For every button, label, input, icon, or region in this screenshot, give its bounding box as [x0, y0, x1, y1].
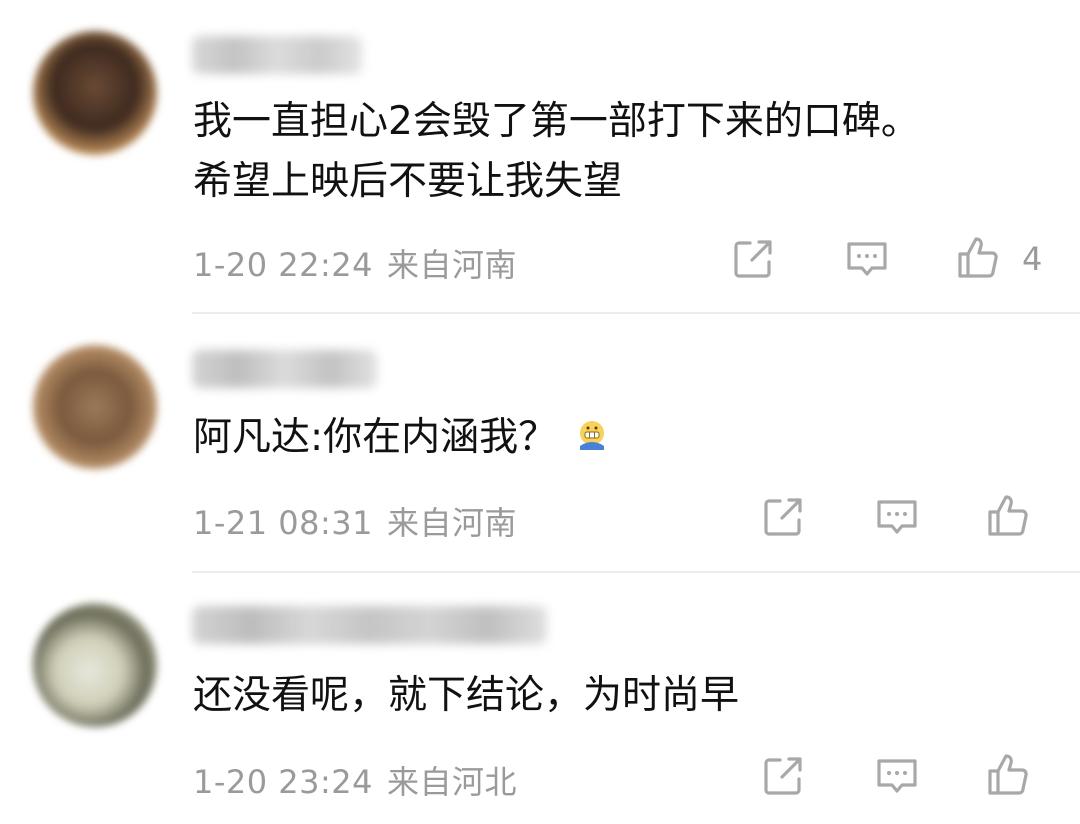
username[interactable]: [192, 36, 362, 74]
comment-meta: 1-21 08:31 来自河南: [193, 498, 517, 544]
share-icon[interactable]: [760, 753, 806, 799]
comment-text-line: 还没看呢，就下结论，为时尚早: [193, 673, 740, 718]
comment-text-line: 阿凡达:你在内涵我？: [193, 415, 558, 460]
reply-icon[interactable]: [874, 753, 920, 799]
comment-text-line: 我一直担心2会毁了第一部打下来的口碑。: [193, 99, 920, 144]
comment-text: 阿凡达:你在内涵我？: [193, 408, 609, 468]
reply-icon[interactable]: [844, 236, 890, 282]
share-icon[interactable]: [760, 494, 806, 540]
comment-meta: 1-20 22:24 来自河南: [193, 240, 517, 286]
like-count: 4: [1022, 240, 1043, 278]
comment-location: 来自河北: [387, 763, 518, 801]
reply-icon[interactable]: [874, 494, 920, 540]
username[interactable]: [192, 350, 377, 388]
like-icon[interactable]: [986, 751, 1032, 797]
share-icon[interactable]: [730, 236, 776, 282]
like-icon[interactable]: [956, 234, 1002, 280]
avatar[interactable]: [33, 31, 157, 155]
grimacing-face-emoji: [575, 410, 609, 450]
divider: [192, 312, 1080, 314]
comment-location: 来自河南: [387, 246, 518, 284]
comment-date: 1-20 23:24: [193, 763, 374, 801]
username[interactable]: [192, 606, 547, 644]
comment-text-line: 希望上映后不要让我失望: [193, 159, 623, 204]
avatar[interactable]: [33, 603, 157, 727]
comment-text: 我一直担心2会毁了第一部打下来的口碑。 希望上映后不要让我失望: [193, 92, 920, 212]
comment-text: 还没看呢，就下结论，为时尚早: [193, 666, 739, 726]
avatar[interactable]: [33, 345, 157, 469]
like-icon[interactable]: [986, 492, 1032, 538]
divider: [192, 571, 1080, 573]
comment-date: 1-21 08:31: [193, 504, 374, 542]
comment-date: 1-20 22:24: [193, 246, 374, 284]
comment-meta: 1-20 23:24 来自河北: [193, 757, 517, 803]
comment-location: 来自河南: [387, 504, 518, 542]
